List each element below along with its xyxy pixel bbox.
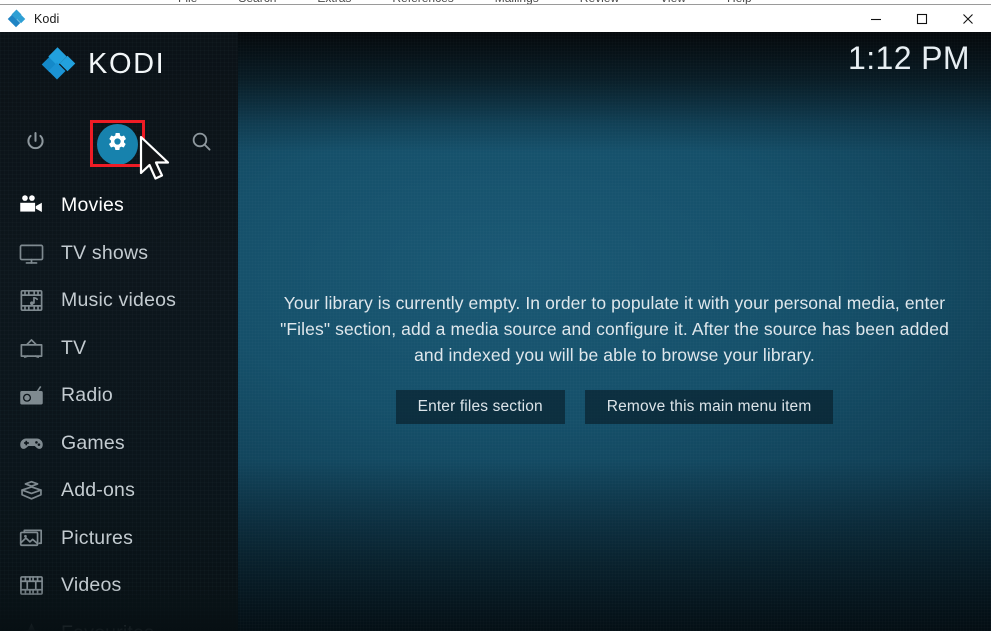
kodi-logo-icon bbox=[44, 50, 75, 79]
sidebar-menu: Movies TV shows Music videos TV Radio Games Ad… bbox=[0, 182, 238, 631]
tv-antenna-icon bbox=[9, 326, 53, 370]
settings-button[interactable] bbox=[95, 122, 139, 166]
os-menu-item[interactable]: File bbox=[178, 0, 197, 5]
search-icon bbox=[190, 130, 213, 158]
sidebar-item-label: Radio bbox=[61, 384, 113, 407]
sidebar-item-label: Games bbox=[61, 432, 125, 455]
os-menu-item[interactable]: References bbox=[392, 0, 453, 5]
sidebar-toolbar bbox=[0, 122, 238, 166]
kodi-wordmark: KODI bbox=[88, 48, 165, 81]
sidebar-item-label: Add-ons bbox=[61, 479, 135, 502]
sidebar-item-add-ons[interactable]: Add-ons bbox=[0, 467, 238, 515]
sidebar-item-label: Favourites bbox=[61, 622, 154, 631]
film-strip-icon bbox=[9, 564, 53, 608]
maximize-icon[interactable] bbox=[899, 5, 945, 32]
sidebar-item-label: Videos bbox=[61, 574, 121, 597]
music-film-icon bbox=[9, 279, 53, 323]
sidebar-item-tv-shows[interactable]: TV shows bbox=[0, 230, 238, 278]
sidebar: KODI bbox=[0, 32, 238, 631]
close-icon[interactable] bbox=[945, 5, 991, 32]
enter-files-section-button[interactable]: Enter files section bbox=[396, 390, 565, 424]
sidebar-item-label: Music videos bbox=[61, 289, 176, 312]
settings-circle bbox=[97, 124, 138, 165]
power-icon bbox=[24, 130, 47, 158]
sidebar-item-label: TV shows bbox=[61, 242, 148, 265]
os-menu-item[interactable]: Extras bbox=[317, 0, 351, 5]
pictures-icon bbox=[9, 516, 53, 560]
sidebar-item-games[interactable]: Games bbox=[0, 420, 238, 468]
search-button[interactable] bbox=[179, 122, 223, 166]
power-button[interactable] bbox=[13, 122, 57, 166]
sidebar-item-music-videos[interactable]: Music videos bbox=[0, 277, 238, 325]
movie-camera-icon bbox=[9, 184, 53, 228]
window-titlebar[interactable]: Kodi bbox=[0, 5, 991, 32]
os-menu-item[interactable]: Search bbox=[238, 0, 276, 5]
kodi-brand: KODI bbox=[44, 43, 165, 85]
main-panel: 1:12 PM Your library is currently empty.… bbox=[238, 32, 991, 631]
kodi-window: File Search Extras References Mailings Review… bbox=[0, 0, 991, 631]
os-menu-item[interactable]: Help bbox=[727, 0, 752, 5]
sidebar-item-movies[interactable]: Movies bbox=[0, 182, 238, 230]
radio-icon bbox=[9, 374, 53, 418]
minimize-icon[interactable] bbox=[853, 5, 899, 32]
sidebar-item-tv[interactable]: TV bbox=[0, 325, 238, 373]
kodi-logo-icon bbox=[9, 11, 25, 27]
empty-library-actions: Enter files section Remove this main menu… bbox=[260, 390, 969, 424]
gamepad-icon bbox=[9, 421, 53, 465]
television-icon bbox=[9, 231, 53, 275]
os-menu-strip: File Search Extras References Mailings Review… bbox=[0, 0, 991, 5]
sidebar-item-videos[interactable]: Videos bbox=[0, 562, 238, 610]
sidebar-item-label: Pictures bbox=[61, 527, 133, 550]
empty-library-block: Your library is currently empty. In orde… bbox=[238, 290, 991, 424]
sidebar-item-radio[interactable]: Radio bbox=[0, 372, 238, 420]
clock: 1:12 PM bbox=[848, 40, 970, 77]
os-menu-item[interactable]: Review bbox=[580, 0, 619, 5]
os-menu-item[interactable]: View bbox=[660, 0, 686, 5]
os-menu-item[interactable]: Mailings bbox=[495, 0, 539, 5]
gear-icon bbox=[107, 131, 128, 157]
star-icon bbox=[9, 611, 53, 631]
sidebar-item-favourites[interactable]: Favourites bbox=[0, 610, 238, 631]
sidebar-item-pictures[interactable]: Pictures bbox=[0, 515, 238, 563]
open-box-icon bbox=[9, 469, 53, 513]
empty-library-message: Your library is currently empty. In orde… bbox=[265, 290, 965, 368]
sidebar-item-label: TV bbox=[61, 337, 86, 360]
window-title: Kodi bbox=[34, 12, 59, 26]
remove-main-menu-item-button[interactable]: Remove this main menu item bbox=[585, 390, 834, 424]
kodi-stage: KODI bbox=[0, 32, 991, 631]
sidebar-item-label: Movies bbox=[61, 194, 124, 217]
